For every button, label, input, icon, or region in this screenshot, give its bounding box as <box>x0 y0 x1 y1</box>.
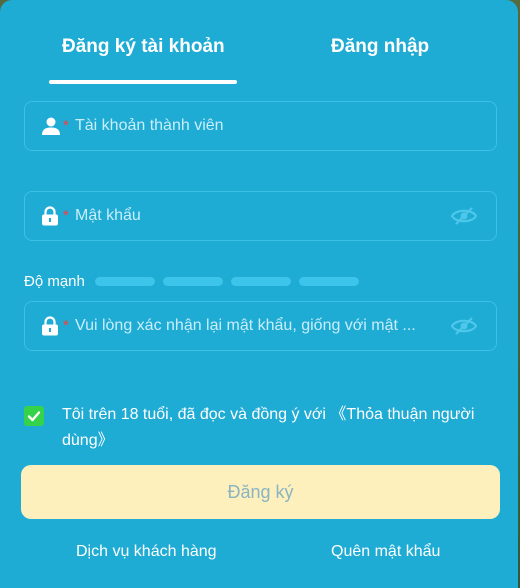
tab-register[interactable]: Đăng ký tài khoản <box>62 36 225 58</box>
lock-icon <box>41 316 59 336</box>
strength-segment <box>162 276 223 286</box>
required-mark: * <box>63 117 69 135</box>
password-input[interactable] <box>75 192 445 240</box>
forgot-password-link[interactable]: Quên mật khẩu <box>331 543 440 561</box>
customer-service-link[interactable]: Dịch vụ khách hàng <box>76 543 217 561</box>
active-tab-indicator <box>49 80 237 84</box>
strength-segment <box>230 276 291 286</box>
required-mark: * <box>63 317 69 335</box>
required-mark: * <box>63 207 69 225</box>
auth-tabs: Đăng ký tài khoản Đăng nhập <box>0 36 518 86</box>
strength-label: Độ mạnh <box>24 272 85 290</box>
password-field[interactable]: * <box>24 191 497 241</box>
password-strength: Độ mạnh <box>24 272 367 290</box>
username-input[interactable] <box>75 102 445 150</box>
register-modal: Đăng ký tài khoản Đăng nhập * * <box>0 0 518 588</box>
tab-login[interactable]: Đăng nhập <box>331 36 429 58</box>
eye-hidden-icon[interactable] <box>450 316 478 336</box>
strength-segment <box>298 276 359 286</box>
checkmark-icon <box>27 411 41 422</box>
confirm-password-input[interactable] <box>75 302 445 350</box>
lock-icon <box>41 206 59 226</box>
username-field[interactable]: * <box>24 101 497 151</box>
agreement-text[interactable]: Tôi trên 18 tuổi, đã đọc và đồng ý với 《… <box>62 402 482 454</box>
confirm-password-field[interactable]: * <box>24 301 497 351</box>
agreement-checkbox[interactable] <box>24 406 44 426</box>
register-button[interactable]: Đăng ký <box>21 465 500 519</box>
eye-hidden-icon[interactable] <box>450 206 478 226</box>
strength-segment <box>94 276 155 286</box>
user-icon <box>41 116 61 136</box>
